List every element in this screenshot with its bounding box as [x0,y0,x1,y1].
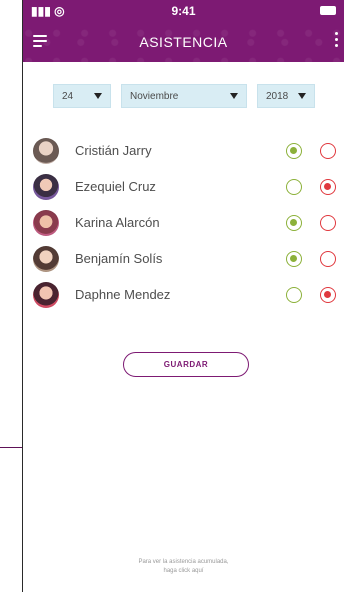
present-radio[interactable] [286,287,302,303]
year-value: 2018 [266,90,289,102]
student-name: Daphne Mendez [75,287,171,302]
date-selectors: 24 Noviembre 2018 [53,84,344,110]
app-header: ASISTENCIA [23,22,344,62]
absent-radio[interactable] [320,215,336,231]
absent-radio[interactable] [320,251,336,267]
month-value: Noviembre [130,90,179,102]
avatar [33,210,59,236]
day-value: 24 [62,90,74,102]
day-select[interactable]: 24 [53,84,111,108]
phone-screen: ▮▮▮ ◎ 9:41 ASISTENCIA 24 Noviembre 2018 … [22,0,344,592]
status-time: 9:41 [171,4,196,18]
battery-icon [320,6,336,15]
avatar [33,174,59,200]
student-row: Ezequiel Cruz [33,169,344,205]
student-row: Karina Alarcón [33,205,344,241]
page-title: ASISTENCIA [139,34,228,50]
dropdown-arrow-icon [94,93,102,99]
student-row: Benjamín Solís [33,241,344,277]
vertical-dots-icon[interactable] [334,32,338,50]
student-row: Daphne Mendez [33,277,344,313]
dropdown-arrow-icon [298,93,306,99]
signal-wifi-icon: ▮▮▮ ◎ [31,4,65,18]
avatar [33,282,59,308]
student-list: Cristián Jarry Ezequiel Cruz Karina Alar… [33,133,344,313]
dropdown-arrow-icon [230,93,238,99]
absent-radio[interactable] [320,179,336,195]
student-name: Karina Alarcón [75,215,160,230]
absent-radio[interactable] [320,287,336,303]
avatar [33,138,59,164]
avatar [33,246,59,272]
year-select[interactable]: 2018 [257,84,315,108]
status-bar: ▮▮▮ ◎ 9:41 [23,0,344,22]
student-row: Cristián Jarry [33,133,344,169]
footer-line-1: Para ver la asistencia acumulada, [138,559,229,565]
cumulative-attendance-link[interactable]: Para ver la asistencia acumulada, haga c… [23,558,344,576]
student-name: Benjamín Solís [75,251,163,266]
absent-radio[interactable] [320,143,336,159]
present-radio[interactable] [286,215,302,231]
present-radio[interactable] [286,251,302,267]
student-name: Ezequiel Cruz [75,179,156,194]
save-button[interactable]: GUARDAR [123,352,249,377]
footer-line-2: haga click aquí [163,568,204,574]
month-select[interactable]: Noviembre [121,84,247,108]
present-radio[interactable] [286,179,302,195]
student-name: Cristián Jarry [75,143,152,158]
present-radio[interactable] [286,143,302,159]
